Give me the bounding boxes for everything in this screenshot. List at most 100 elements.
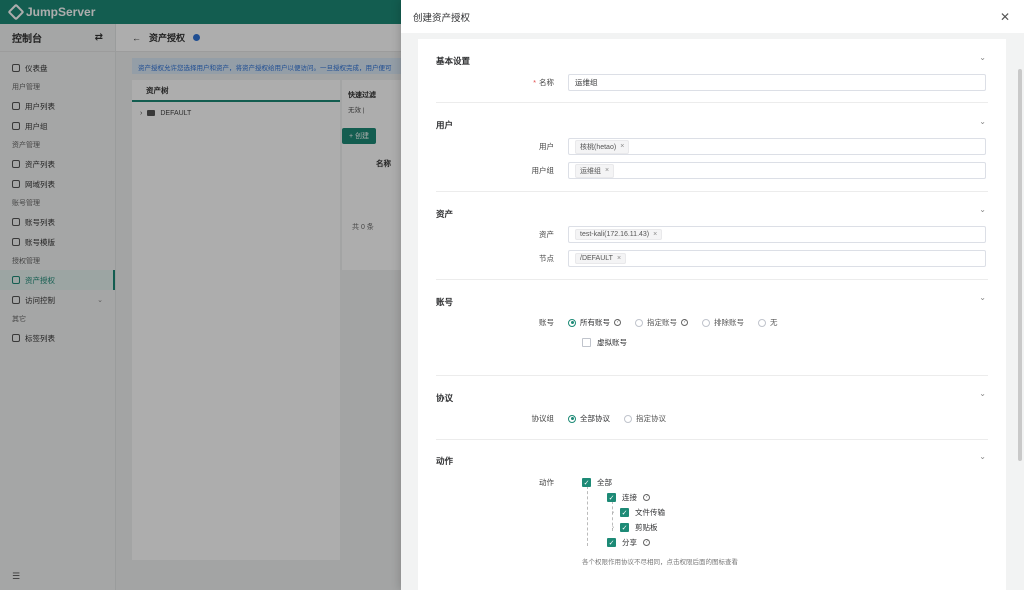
name-value: 运维组 bbox=[575, 78, 598, 87]
section-title-asset: 资产 bbox=[436, 209, 454, 219]
help-icon[interactable]: ? bbox=[681, 319, 688, 326]
radio-label: 全部协议 bbox=[580, 414, 610, 423]
user-groups-select[interactable]: 运维组 × bbox=[568, 162, 986, 179]
tag-label: 运维组 bbox=[580, 167, 601, 175]
caret-right-icon[interactable]: › bbox=[612, 525, 614, 531]
action-share-checkbox[interactable]: ✓ 分享 ? bbox=[607, 537, 650, 548]
checkbox-label: 全部 bbox=[597, 478, 612, 487]
help-icon[interactable]: ? bbox=[614, 319, 621, 326]
checkbox-label: 文件传输 bbox=[635, 508, 665, 517]
radio-dot bbox=[568, 318, 576, 327]
checkbox-checked-icon: ✓ bbox=[582, 478, 591, 487]
chevron-down-icon[interactable]: ⌄ bbox=[979, 53, 986, 62]
radio-dot bbox=[702, 318, 710, 327]
tag-label: test-kali(172.16.11.43) bbox=[580, 231, 650, 238]
checkbox-checked-icon: ✓ bbox=[620, 523, 629, 532]
section-divider bbox=[436, 375, 988, 376]
user-groups-label: 用户组 bbox=[531, 166, 555, 175]
chevron-down-icon[interactable]: ⌄ bbox=[979, 117, 986, 126]
checkbox-label: 虚拟账号 bbox=[597, 338, 627, 347]
radio-dot bbox=[635, 318, 643, 327]
actions-hint: 各个权限作用协议不尽相同，点击权限后面的图标查看 bbox=[582, 559, 738, 566]
tag-close-icon[interactable]: × bbox=[620, 143, 624, 150]
assets-select[interactable]: test-kali(172.16.11.43) × bbox=[568, 226, 986, 243]
radio-all-accounts[interactable]: 所有账号? bbox=[568, 317, 621, 328]
user-tag: 核桃(hetao) × bbox=[575, 139, 630, 154]
form-row-protocols: 协议组 全部协议 指定协议 bbox=[418, 410, 1006, 427]
chevron-down-icon[interactable]: ⌄ bbox=[979, 452, 986, 461]
drawer-title: 创建资产授权 bbox=[413, 12, 471, 24]
field-label: * 名称 bbox=[418, 77, 568, 88]
form-row-nodes: 节点 /DEFAULT × bbox=[418, 250, 1006, 267]
checkbox-checked-icon: ✓ bbox=[620, 508, 629, 517]
radio-label: 所有账号 bbox=[580, 318, 610, 327]
tag-label: /DEFAULT bbox=[580, 255, 613, 262]
form-row-name: * 名称 运维组 bbox=[418, 74, 1006, 91]
drawer-scrollbar[interactable] bbox=[1018, 69, 1022, 461]
protocols-radio-group: 全部协议 指定协议 bbox=[568, 413, 666, 424]
users-select[interactable]: 核桃(hetao) × bbox=[568, 138, 986, 155]
section-title-account: 账号 bbox=[436, 297, 454, 307]
actions-label: 动作 bbox=[539, 478, 554, 487]
drawer-header: 创建资产授权 ✕ bbox=[401, 0, 1024, 33]
user-group-tag: 运维组 × bbox=[575, 163, 615, 178]
radio-label: 指定协议 bbox=[636, 414, 666, 423]
action-all-checkbox[interactable]: ✓ 全部 bbox=[582, 477, 612, 488]
tag-close-icon[interactable]: × bbox=[617, 255, 621, 262]
create-permission-drawer: 创建资产授权 ✕ 基本设置 ⌄ * 名称 运维组 用户 ⌄ 用户 核桃(heta… bbox=[401, 0, 1024, 590]
tag-label: 核桃(hetao) bbox=[580, 143, 617, 151]
radio-dot bbox=[758, 318, 766, 327]
action-file-transfer-checkbox[interactable]: › ✓ 文件传输 bbox=[612, 507, 665, 518]
radio-all-protocols[interactable]: 全部协议 bbox=[568, 413, 610, 424]
asset-tag: test-kali(172.16.11.43) × bbox=[575, 229, 663, 240]
protocols-label: 协议组 bbox=[531, 414, 555, 423]
name-label: 名称 bbox=[539, 78, 554, 87]
checkbox-label: 连接 bbox=[622, 493, 637, 502]
chevron-down-icon[interactable]: ⌄ bbox=[979, 389, 986, 398]
form-row-users: 用户 核桃(hetao) × bbox=[418, 138, 1006, 155]
form-row-assets: 资产 test-kali(172.16.11.43) × bbox=[418, 226, 1006, 243]
form-row-accounts: 账号 所有账号? 指定账号? 排除账号 无 bbox=[418, 314, 1006, 331]
required-mark: * bbox=[533, 78, 536, 87]
section-title-protocol: 协议 bbox=[436, 393, 454, 403]
section-divider bbox=[436, 191, 988, 192]
action-clipboard-checkbox[interactable]: › ✓ 剪贴板 bbox=[612, 522, 658, 533]
section-title-basic: 基本设置 bbox=[436, 56, 471, 66]
accounts-label: 账号 bbox=[539, 318, 554, 327]
nodes-label: 节点 bbox=[539, 254, 554, 263]
radio-label: 指定账号 bbox=[647, 318, 677, 327]
assets-label: 资产 bbox=[539, 230, 554, 239]
virtual-account-checkbox[interactable]: 虚拟账号 bbox=[582, 337, 627, 348]
close-icon[interactable]: ✕ bbox=[1000, 10, 1010, 24]
checkbox-label: 剪贴板 bbox=[635, 523, 658, 532]
checkbox-box bbox=[582, 338, 591, 347]
chevron-down-icon[interactable]: ⌄ bbox=[979, 205, 986, 214]
name-input[interactable]: 运维组 bbox=[568, 74, 986, 91]
permission-form: 基本设置 ⌄ *名称 运维组 用户 ⌄ 用户 核桃(hetao)× 用户组 bbox=[418, 39, 1006, 590]
help-icon[interactable]: ? bbox=[643, 539, 650, 546]
checkbox-label: 分享 bbox=[622, 538, 637, 547]
radio-no-accounts[interactable]: 无 bbox=[758, 317, 778, 328]
caret-right-icon[interactable]: › bbox=[612, 510, 614, 516]
section-divider bbox=[436, 102, 988, 103]
help-icon[interactable]: ? bbox=[643, 494, 650, 501]
tag-close-icon[interactable]: × bbox=[605, 167, 609, 174]
action-connect-checkbox[interactable]: ✓ 连接 ? bbox=[607, 492, 650, 503]
radio-label: 排除账号 bbox=[714, 318, 744, 327]
radio-specified-protocols[interactable]: 指定协议 bbox=[624, 413, 666, 424]
section-divider bbox=[436, 439, 988, 440]
radio-exclude-accounts[interactable]: 排除账号 bbox=[702, 317, 744, 328]
users-label: 用户 bbox=[539, 142, 554, 151]
nodes-select[interactable]: /DEFAULT × bbox=[568, 250, 986, 267]
accounts-radio-group: 所有账号? 指定账号? 排除账号 无 bbox=[568, 317, 778, 328]
section-divider bbox=[436, 279, 988, 280]
tree-line bbox=[587, 486, 588, 546]
section-title-action: 动作 bbox=[436, 456, 454, 466]
tag-close-icon[interactable]: × bbox=[653, 231, 657, 238]
chevron-down-icon[interactable]: ⌄ bbox=[979, 293, 986, 302]
radio-specified-accounts[interactable]: 指定账号? bbox=[635, 317, 688, 328]
radio-dot bbox=[624, 414, 632, 423]
drawer-body: 基本设置 ⌄ *名称 运维组 用户 ⌄ 用户 核桃(hetao)× 用户组 bbox=[401, 33, 1024, 590]
radio-label: 无 bbox=[770, 318, 778, 327]
form-row-user-groups: 用户组 运维组 × bbox=[418, 162, 1006, 179]
